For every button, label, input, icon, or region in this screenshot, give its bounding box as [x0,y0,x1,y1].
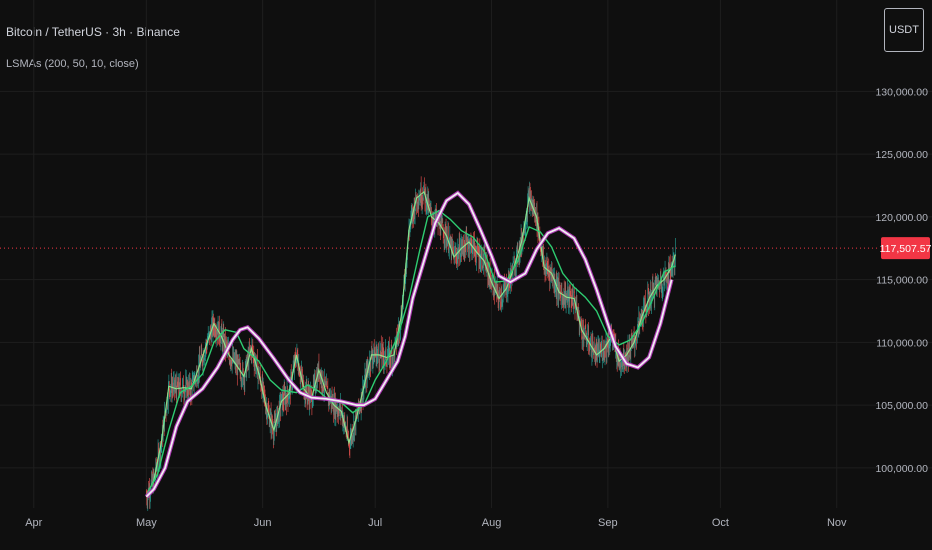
chart-root[interactable]: Bitcoin / TetherUS · 3h · Binance LSMAs … [0,0,932,550]
price-tag-group: 117,507.57 [880,237,932,260]
x-tick-label: Sep [598,517,618,529]
y-tick-label: 100,000.00 [875,463,928,475]
candles [145,176,676,511]
price-tag-value: 117,507.57 [880,243,932,255]
y-tick-label: 105,000.00 [875,400,928,412]
y-tick-label: 110,000.00 [876,337,928,349]
y-tick-label: 120,000.00 [875,212,928,224]
x-tick-label: Jul [368,517,382,529]
x-tick-label: Apr [25,517,42,529]
y-tick-label: 130,000.00 [875,86,928,98]
x-axis[interactable]: Apr May Jun Jul Aug Sep Oct Nov [25,517,847,529]
price-chart[interactable]: 100,000.00 105,000.00 110,000.00 115,000.00… [0,0,932,550]
x-tick-label: Jun [254,517,272,529]
y-tick-label: 115,000.00 [876,275,928,287]
x-tick-label: May [136,517,157,529]
x-tick-label: Aug [482,517,502,529]
x-tick-label: Oct [712,517,729,529]
y-axis[interactable]: 100,000.00 105,000.00 110,000.00 115,000.00… [875,86,928,475]
y-tick-label: 125,000.00 [875,149,928,161]
x-tick-label: Nov [827,517,847,529]
